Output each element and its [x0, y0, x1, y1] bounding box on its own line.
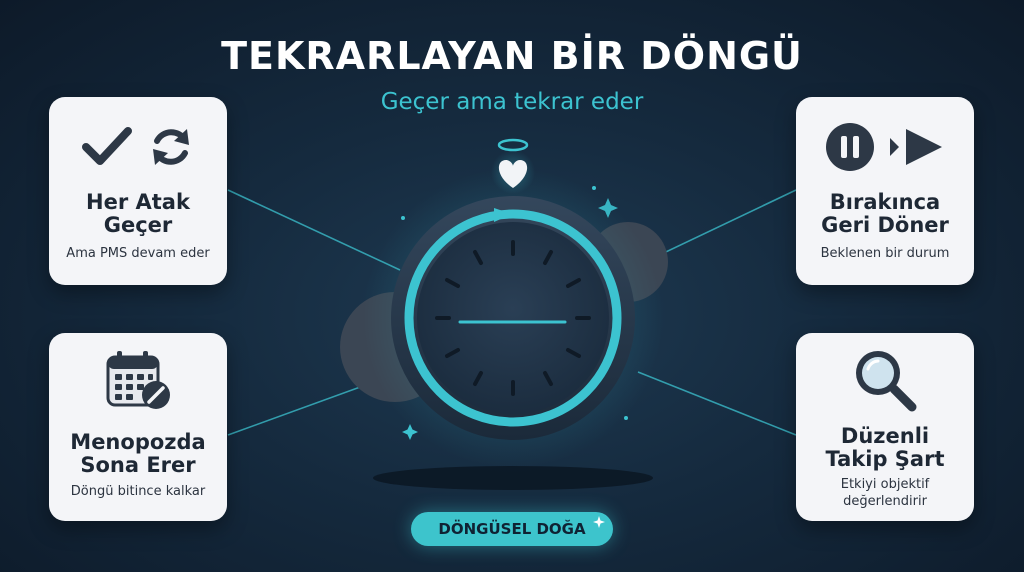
card-title: Her Atak Geçer: [86, 190, 190, 237]
card-subtitle: Ama PMS devam eder: [66, 246, 210, 261]
card-subtitle: Etkiyi objektif değerlendirir: [840, 477, 930, 509]
floor-shadow: [373, 466, 653, 490]
card-title: Düzenli Takip Şart: [825, 424, 945, 471]
sparkle-icon: [593, 516, 605, 528]
card-her-atak: Her Atak Geçer Ama PMS devam eder: [49, 97, 227, 285]
connector-top-left: [227, 189, 401, 271]
magnifier-icon: [856, 351, 917, 412]
connector-bottom-right: [637, 371, 797, 436]
card-subtitle: Döngü bitince kalkar: [70, 484, 206, 499]
cyclic-clock-icon: [391, 196, 635, 440]
cyclic-nature-badge: DÖNGÜSEL DOĞA: [411, 512, 613, 546]
card-title: Menopozda Sona Erer: [70, 430, 206, 477]
refresh-cycle-icon: [153, 129, 189, 165]
card-birakinca: Bırakınca Geri Döner Beklenen bir durum: [796, 97, 974, 285]
play-icon: [890, 129, 942, 165]
page-title: TEKRARLAYAN BİR DÖNGÜ: [221, 34, 803, 78]
card-duzenli: Düzenli Takip Şart Etkiyi objektif değer…: [796, 333, 974, 521]
pause-icon: [826, 123, 874, 171]
checkmark-icon: [82, 127, 132, 165]
card-title: Bırakınca Geri Döner: [821, 190, 949, 237]
card-subtitle: Beklenen bir durum: [820, 246, 950, 261]
calendar-blocked-icon: [106, 351, 170, 409]
heart-halo-icon: [491, 138, 535, 194]
card-menopozda: Menopozda Sona Erer Döngü bitince kalkar: [49, 333, 227, 521]
